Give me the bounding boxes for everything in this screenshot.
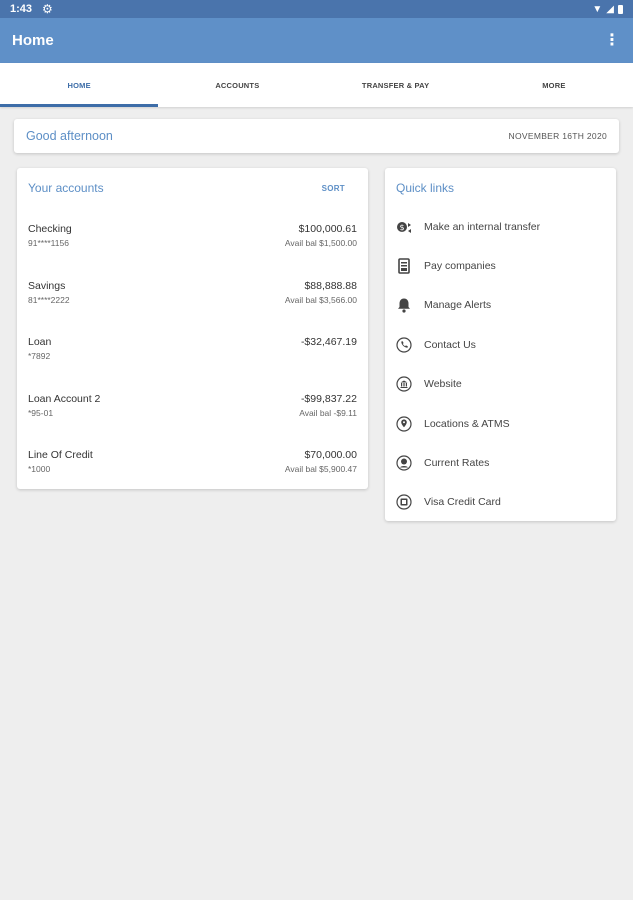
account-number: 91****1156 [28,238,69,248]
quick-link-pay-companies[interactable]: Pay companies [385,246,616,285]
quick-links-list: $ Make an internal transfer Pay companie… [385,207,616,522]
account-available-balance: Avail bal $1,500.00 [284,238,357,248]
quick-link-label: Make an internal transfer [424,220,541,233]
accounts-header: Your accounts SORT [17,168,368,208]
accounts-title: Your accounts [28,181,104,195]
quick-link-internal-transfer[interactable]: $ Make an internal transfer [385,207,616,246]
location-pin-icon [396,416,412,432]
status-icons: ▼ ◢ [592,4,623,15]
quick-link-label: Manage Alerts [424,299,492,312]
account-available-balance: Avail bal $5,900.47 [284,464,357,474]
quick-link-locations-atms[interactable]: Locations & ATMS [385,404,616,443]
wifi-icon: ▼ [592,3,603,15]
quick-link-label: Current Rates [424,457,490,470]
greeting-card: Good afternoon NOVEMBER 16TH 2020 [14,119,619,153]
current-date: NOVEMBER 16TH 2020 [508,131,607,141]
transfer-icon: $ [396,219,412,235]
account-number: *95-01 [28,407,54,418]
status-bar: 1:43 ⚙ ▼ ◢ [0,0,633,18]
account-balance: $70,000.00 [304,449,357,461]
account-balance: $88,888.88 [304,279,357,292]
more-vert-icon[interactable]: ⋮ [603,32,621,49]
status-time: 1:43 [10,3,33,15]
account-name: Checking [28,223,72,235]
credit-card-icon [396,494,412,511]
quick-link-label: Pay companies [424,260,496,273]
signal-icon: ◢ [606,3,614,15]
account-available-balance: Avail bal $3,566.00 [284,294,357,305]
sort-button[interactable]: SORT [322,184,345,193]
bell-icon [396,297,412,314]
tab-more[interactable]: MORE [475,63,633,107]
bank-icon [396,376,412,392]
account-number: 81****2222 [28,294,70,305]
quick-links-title: Quick links [396,180,455,195]
quick-link-label: Locations & ATMS [424,417,510,430]
account-name: Savings [28,279,66,292]
app-bar: Home ⋮ [0,18,633,63]
quick-link-current-rates[interactable]: Current Rates [385,443,616,482]
account-row-checking[interactable]: Checking 91****1156 $100,000.61 Avail ba… [17,208,368,265]
tab-transfer-pay[interactable]: TRANSFER & PAY [317,63,475,107]
account-row-savings[interactable]: Savings 81****2222 $88,888.88 Avail bal … [17,265,368,322]
tab-accounts[interactable]: ACCOUNTS [158,63,316,107]
account-row-loan[interactable]: Loan *7892 -$32,467.19 [17,321,368,378]
account-row-loan-account-2[interactable]: Loan Account 2 *95-01 -$99,837.22 Avail … [17,378,368,435]
account-balance: -$32,467.19 [300,336,357,348]
accounts-card: Your accounts SORT Checking 91****1156 $… [17,168,368,489]
tab-home[interactable]: HOME [0,63,159,107]
page-title: Home [12,32,54,49]
gear-icon: ⚙ [42,2,53,16]
account-name: Line Of Credit [28,449,93,461]
quick-link-manage-alerts[interactable]: Manage Alerts [385,286,616,325]
account-available-balance: Avail bal -$9.11 [299,407,357,418]
quick-link-visa-credit-card[interactable]: Visa Credit Card [385,483,616,522]
svg-text:$: $ [399,223,404,232]
account-balance: -$99,837.22 [300,392,357,405]
quick-link-label: Visa Credit Card [424,496,501,509]
account-name: Loan Account 2 [28,392,101,405]
account-number: *1000 [28,464,51,474]
account-name: Loan [28,336,52,348]
quick-link-contact-us[interactable]: Contact Us [385,325,616,364]
phone-icon [396,337,412,353]
battery-icon [618,4,623,14]
quick-link-website[interactable]: Website [385,365,616,404]
quick-link-label: Contact Us [424,338,476,351]
account-balance: $100,000.61 [298,223,357,235]
bill-icon [396,258,412,274]
rates-icon [396,455,412,471]
quick-links-card: Quick links $ Make an internal transfer … [385,168,616,521]
greeting-text: Good afternoon [26,129,113,143]
quick-link-label: Website [424,378,462,391]
tab-bar: HOME ACCOUNTS TRANSFER & PAY MORE [0,63,633,107]
account-number: *7892 [28,351,51,361]
account-row-line-of-credit[interactable]: Line Of Credit *1000 $70,000.00 Avail ba… [17,434,368,491]
quick-links-header: Quick links [385,168,616,207]
